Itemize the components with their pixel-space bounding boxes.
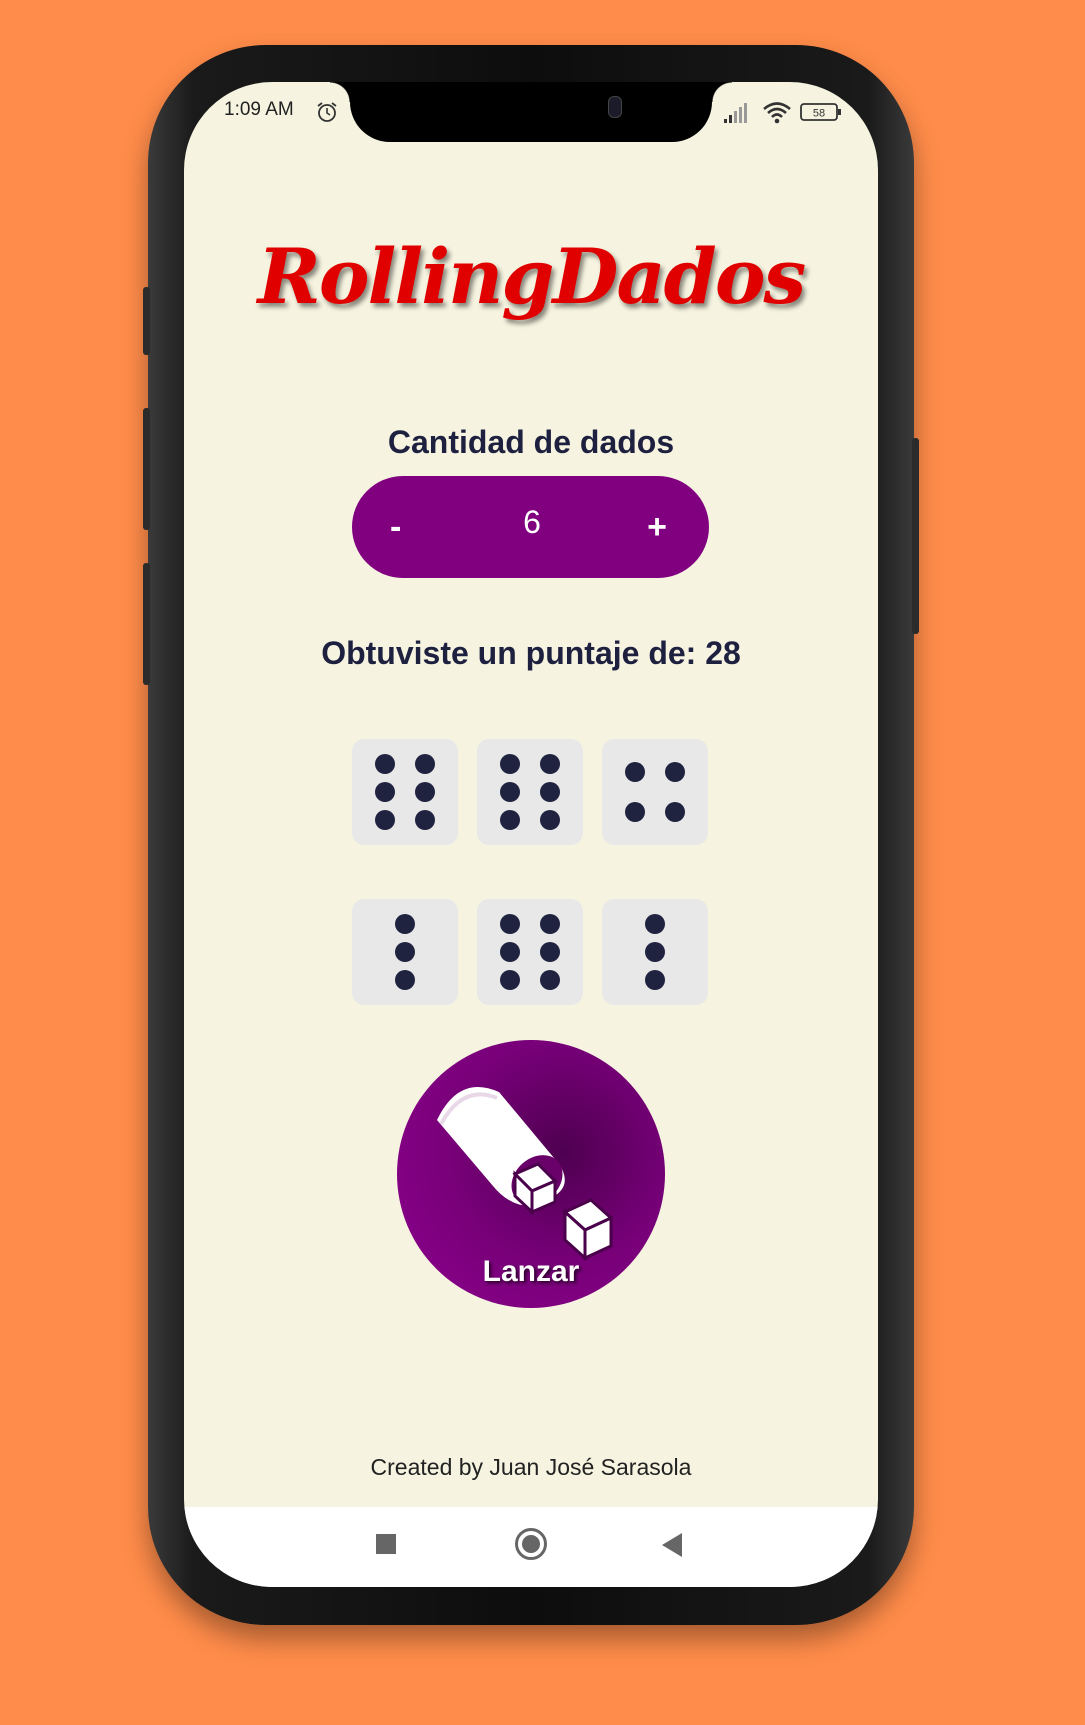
dice-quantity-stepper: - 6 + [352,476,709,578]
roll-button[interactable]: Lanzar [397,1040,665,1308]
die-pip [645,970,665,990]
side-button [143,563,150,685]
back-triangle-icon[interactable] [662,1533,682,1557]
die-face-2 [477,739,583,845]
die-pip [375,782,395,802]
battery-level: 58 [813,108,825,120]
die-pip [665,762,685,782]
cell-signal-icon [724,103,747,123]
die-pip [540,754,560,774]
status-time: 1:09 AM [224,99,294,120]
die-pip [500,970,520,990]
die-pip [540,942,560,962]
home-circle-icon[interactable] [515,1528,547,1560]
die-pip [415,782,435,802]
dice-quantity-value: 6 [523,504,541,540]
die-pip [540,970,560,990]
die-pip [540,782,560,802]
die-pip [625,802,645,822]
die-pip [500,914,520,934]
die-face-5 [477,899,583,1005]
die-pip [415,810,435,830]
die-pip [540,810,560,830]
alarm-clock-icon [317,102,337,122]
die-face-4 [352,899,458,1005]
die-pip [375,810,395,830]
die-face-1 [352,739,458,845]
die-pip [415,754,435,774]
die-pip [500,754,520,774]
app-logo: RollingDados [257,232,807,321]
die-pip [625,762,645,782]
wifi-icon [763,102,791,124]
score-text: Obtuviste un puntaje de: 28 [321,635,741,671]
die-pip [500,782,520,802]
die-pip [645,942,665,962]
die-pip [395,942,415,962]
camera-icon [608,96,622,118]
die-pip [540,914,560,934]
notch [330,82,732,142]
die-face-6 [602,899,708,1005]
die-pip [500,942,520,962]
power-button [912,438,919,634]
increase-button[interactable]: + [647,508,667,547]
die-face-3 [602,739,708,845]
battery-icon: 58 [800,103,841,121]
side-button [143,287,150,355]
phone-screen: 1:09 AM 58 RollingDados Cantidad de dado… [184,82,878,1587]
dice-quantity-label: Cantidad de dados [387,424,675,460]
side-button [143,408,150,530]
decrease-button[interactable]: - [390,508,401,547]
recents-square-icon[interactable] [376,1534,396,1554]
roll-button-label: Lanzar [482,1255,580,1288]
die-pip [645,914,665,934]
die-pip [665,802,685,822]
die-pip [395,914,415,934]
footer-credit: Created by Juan José Sarasola [370,1454,692,1480]
die-pip [375,754,395,774]
die-pip [395,970,415,990]
die-pip [500,810,520,830]
